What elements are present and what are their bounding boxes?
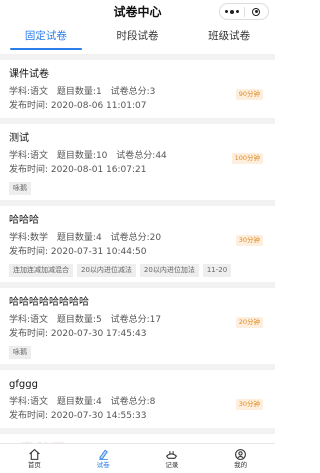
exam-subject: 学科:数学 (9, 233, 49, 243)
tab-fixed-exams[interactable]: 固定试卷 (0, 26, 92, 50)
duration-badge: 30分钟 (235, 399, 263, 410)
exam-total-score: 试卷总分:20 (110, 233, 162, 243)
knowledge-tag: 连加连减加减混合 (9, 264, 73, 277)
title-bar: 试卷中心 (0, 0, 275, 22)
exam-card[interactable]: 哈哈哈哈哈哈哈哈 学科:语文 题目数量:5 试卷总分:17 发布时间: 2020… (0, 288, 275, 370)
tabbar-item-records[interactable]: 记录 (138, 444, 207, 473)
tabbar-label: 我的 (234, 460, 248, 469)
tabbar-label: 试卷 (96, 460, 110, 469)
exam-publish-time: 发布时间: 2020-08-01 16:07:21 (9, 165, 147, 175)
profile-icon (235, 448, 247, 460)
close-target-icon[interactable] (245, 7, 269, 16)
tabbar-label: 记录 (165, 460, 179, 469)
tabbar-item-home[interactable]: 首页 (0, 444, 69, 473)
tabbar-item-profile[interactable]: 我的 (206, 444, 275, 473)
exam-question-count: 题目数量:4 (56, 233, 102, 243)
exam-name: 哈哈哈哈哈哈哈哈 (9, 297, 89, 308)
bottom-tabbar: 首页 试卷 记录 我的 (0, 443, 275, 473)
home-icon (29, 448, 40, 460)
tabbar-label: 首页 (27, 460, 41, 469)
tab-period-exams[interactable]: 时段试卷 (92, 26, 184, 50)
exam-name: 课件试卷 (9, 69, 49, 80)
exam-meta: 学科:语文 题目数量:10 试卷总分:44 (9, 149, 266, 163)
exam-total-score: 试卷总分:3 (110, 87, 156, 97)
exam-publish-time: 发布时间: 2020-07-31 10:44:50 (9, 247, 147, 257)
exam-meta: 学科:数学 题目数量:4 试卷总分:20 (9, 231, 266, 245)
mini-program-capsule[interactable] (219, 3, 269, 20)
exam-question-count: 题目数量:4 (56, 397, 102, 407)
duration-badge: 30分钟 (235, 235, 263, 246)
knowledge-tags: 咏鹅 (9, 346, 266, 359)
exam-card[interactable]: 哈哈哈 学科:数学 题目数量:4 试卷总分:20 发布时间: 2020-07-3… (0, 206, 275, 288)
duration-badge: 20分钟 (235, 317, 263, 328)
exam-total-score: 试卷总分:8 (110, 397, 156, 407)
knowledge-tag: 20以内进位加法 (139, 264, 199, 277)
exam-name: gfggg (9, 379, 38, 390)
exam-question-count: 题目数量:5 (56, 315, 102, 325)
record-icon (166, 450, 178, 459)
exam-subject: 学科:语文 (9, 315, 49, 325)
knowledge-tags: 连加连减加减混合 20以内进位减法 20以内进位加法 11-20 (9, 264, 266, 277)
knowledge-tag: 20以内进位减法 (77, 264, 136, 277)
exam-meta: 学科:语文 题目数量:5 试卷总分:17 (9, 313, 266, 327)
exam-name: 哈哈哈 (9, 215, 39, 226)
exam-meta: 学科:语文 题目数量:4 试卷总分:8 (9, 395, 266, 409)
knowledge-tag: 咏鹅 (9, 346, 31, 359)
exam-card[interactable]: gfggg 学科:语文 题目数量:4 试卷总分:8 发布时间: 2020-07-… (0, 370, 275, 434)
duration-badge: 90分钟 (235, 89, 263, 100)
exam-name: 测试 (9, 133, 29, 144)
knowledge-tag: 11-20 (202, 264, 232, 277)
exam-publish-time: 发布时间: 2020-07-30 14:55:33 (9, 411, 147, 421)
exam-paper-icon (98, 449, 108, 460)
knowledge-tag: 咏鹅 (9, 182, 31, 195)
tabbar-item-exams[interactable]: 试卷 (69, 444, 138, 473)
exam-subject: 学科:语文 (9, 397, 49, 407)
tab-class-exams[interactable]: 班级试卷 (183, 26, 275, 50)
exam-card[interactable]: 测试 学科:语文 题目数量:10 试卷总分:44 发布时间: 2020-08-0… (0, 124, 275, 206)
exam-total-score: 试卷总分:44 (116, 151, 167, 161)
exam-subject: 学科:语文 (9, 151, 49, 161)
exam-subject: 学科:语文 (9, 87, 49, 97)
duration-badge: 100分钟 (231, 153, 263, 164)
exam-card[interactable]: 课件试卷 学科:语文 题目数量:1 试卷总分:3 发布时间: 2020-08-0… (0, 60, 275, 124)
exam-publish-time: 发布时间: 2020-07-30 17:45:43 (9, 329, 147, 339)
exam-list: 课件试卷 学科:语文 题目数量:1 试卷总分:3 发布时间: 2020-08-0… (0, 60, 275, 434)
exam-total-score: 试卷总分:17 (110, 315, 162, 325)
exam-type-tabs: 固定试卷 时段试卷 班级试卷 (0, 26, 275, 50)
knowledge-tags: 咏鹅 (9, 182, 266, 195)
exam-question-count: 题目数量:1 (56, 87, 102, 97)
exam-question-count: 题目数量:10 (56, 151, 108, 161)
exam-meta: 学科:语文 题目数量:1 试卷总分:3 (9, 85, 266, 99)
exam-publish-time: 发布时间: 2020-08-06 11:01:07 (9, 101, 147, 111)
more-icon[interactable] (220, 9, 244, 14)
